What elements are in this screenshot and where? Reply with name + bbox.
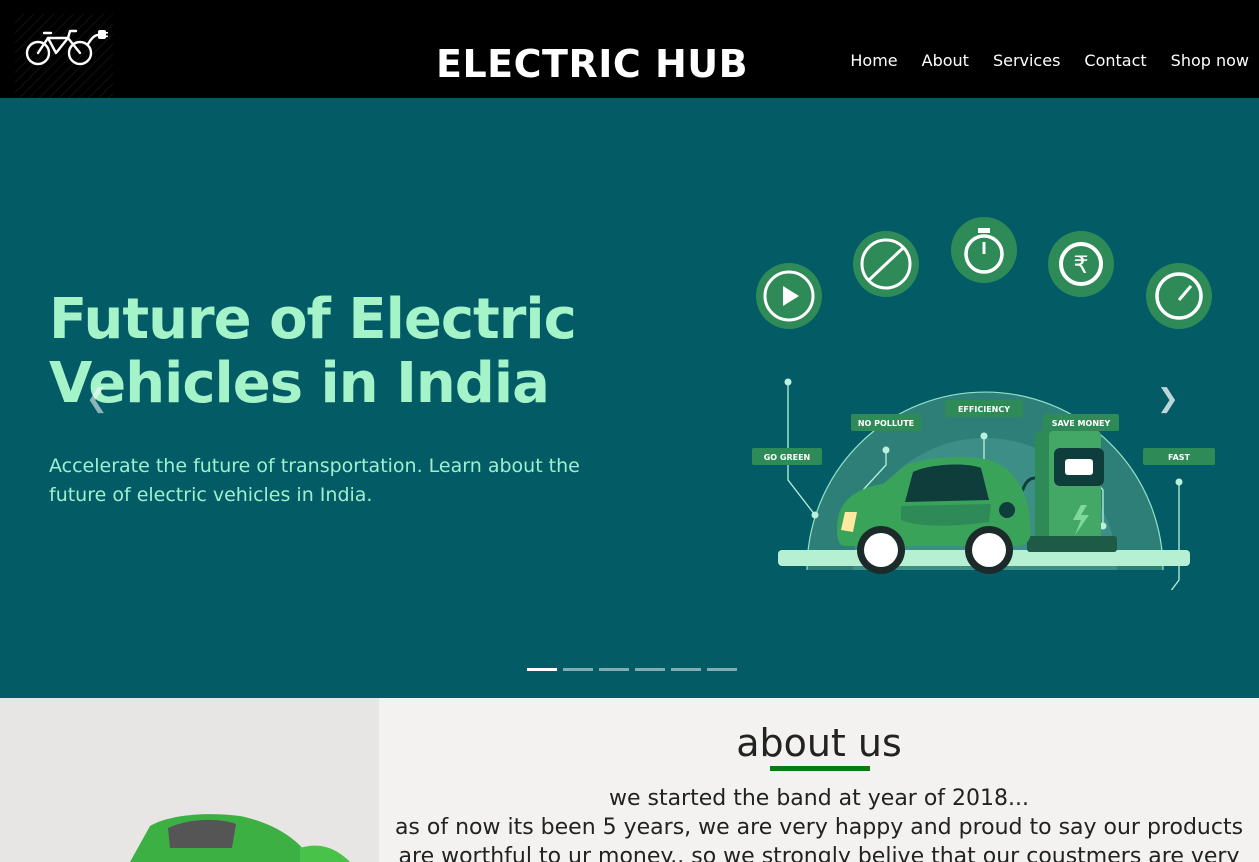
ev-charging-illustration: GO GREEN NO POLLUTE EFFICIENCY ₹ SAVE MO…	[752, 217, 1215, 590]
hero-subtitle: Accelerate the future of transportation.…	[49, 452, 589, 510]
badge-fast: FAST	[1168, 453, 1191, 462]
about-section: about us we started the band at year of …	[379, 698, 1259, 862]
hero-subtitle-line-2: future of electric vehicles in India.	[49, 484, 373, 506]
about-title-underline	[770, 766, 870, 771]
nav-home[interactable]: Home	[850, 50, 897, 72]
about-car-image	[0, 698, 379, 862]
about-line-2: as of now its been 5 years, we are very …	[394, 815, 1244, 840]
chevron-left-icon: ❮	[86, 384, 108, 414]
nav-services[interactable]: Services	[993, 50, 1060, 72]
hero-title-line-2: Vehicles in India	[49, 351, 550, 416]
main-nav: Home About Services Contact Shop now	[826, 50, 1249, 72]
carousel-indicator-6[interactable]	[707, 668, 737, 671]
svg-text:₹: ₹	[1073, 251, 1088, 279]
carousel-indicator-1[interactable]	[527, 668, 557, 671]
hero-carousel: Future of Electric Vehicles in India Acc…	[0, 98, 1259, 698]
about-line-3: are worthful to ur money.. so we strongl…	[398, 844, 1240, 862]
badge-efficiency: EFFICIENCY	[958, 405, 1010, 414]
site-header: ELECTRIC HUB Home About Services Contact…	[0, 0, 1259, 98]
nav-contact[interactable]: Contact	[1084, 50, 1146, 72]
about-text: we started the band at year of 2018... a…	[379, 784, 1259, 862]
hero-subtitle-line-1: Accelerate the future of transportation.…	[49, 455, 580, 477]
about-line-1: we started the band at year of 2018...	[608, 786, 1030, 811]
nav-about[interactable]: About	[922, 50, 969, 72]
hero-title: Future of Electric Vehicles in India	[49, 288, 609, 416]
electric-bicycle-plug-icon	[25, 29, 108, 66]
logo[interactable]	[15, 14, 113, 98]
carousel-indicator-3[interactable]	[599, 668, 629, 671]
badge-no-pollute: NO POLLUTE	[858, 419, 914, 428]
nav-shop-now[interactable]: Shop now	[1171, 50, 1249, 72]
about-title: about us	[736, 721, 902, 765]
carousel-indicators	[527, 668, 743, 671]
site-brand-title: ELECTRIC HUB	[436, 42, 749, 86]
badge-save-money: SAVE MONEY	[1052, 419, 1111, 428]
carousel-indicator-4[interactable]	[635, 668, 665, 671]
carousel-indicator-5[interactable]	[671, 668, 701, 671]
carousel-indicator-2[interactable]	[563, 668, 593, 671]
badge-go-green: GO GREEN	[764, 453, 811, 462]
carousel-prev-button[interactable]: ❮	[86, 384, 108, 414]
hero-title-line-1: Future of Electric	[49, 287, 577, 352]
green-car-image	[130, 814, 350, 862]
